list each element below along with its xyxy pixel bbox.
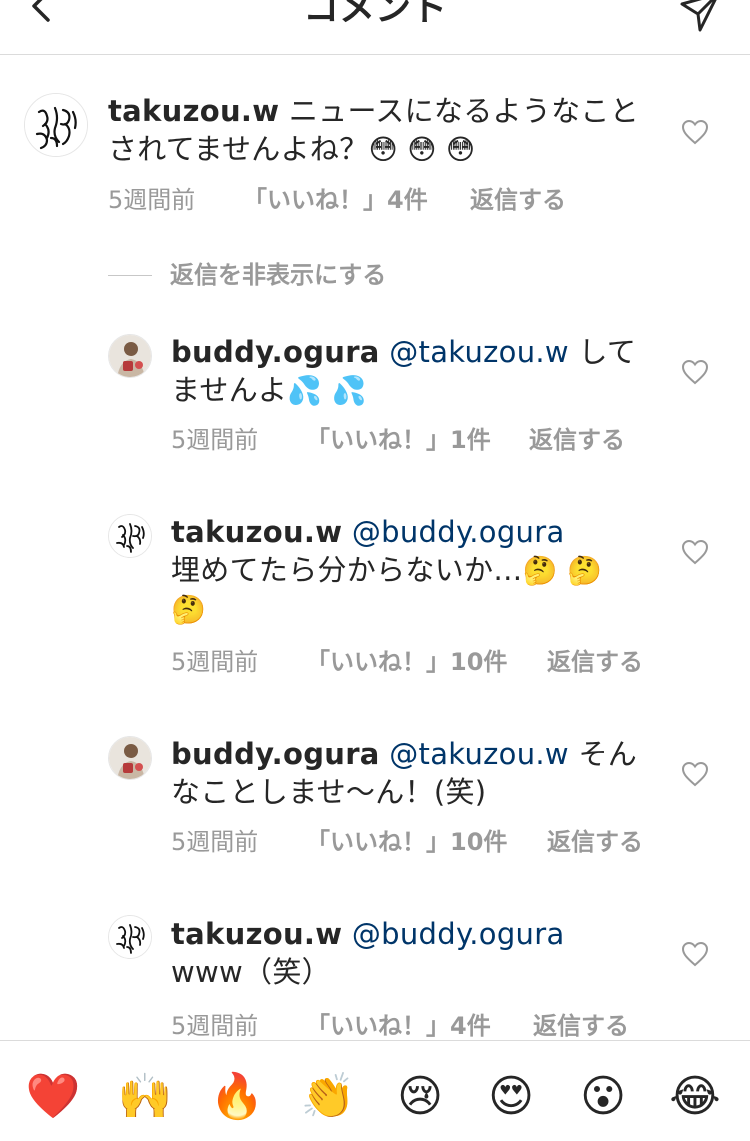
fire-emoji-button[interactable]: 🔥 <box>209 1069 265 1125</box>
reply-button[interactable]: 返信する <box>533 1010 629 1042</box>
comment-time: 5週間前 <box>171 1012 259 1040</box>
comment-username[interactable]: takuzou.w <box>171 917 342 951</box>
surprised-face-emoji-button[interactable]: 😮 <box>575 1069 631 1125</box>
calligraphy-avatar-image <box>109 916 151 958</box>
heart-icon[interactable] <box>681 941 709 967</box>
reply-item: takuzou.w @buddy.ogura www（笑） 5週間前 「いいね！… <box>0 0 750 1040</box>
comment-body-line2: www（笑） <box>171 955 331 989</box>
tears-of-joy-emoji-button[interactable]: 😂 <box>667 1069 723 1125</box>
comment-likes[interactable]: 「いいね！」4件 <box>306 1010 491 1042</box>
heart-eyes-emoji-button[interactable]: 😍 <box>483 1069 539 1125</box>
comments-screen: コメント takuzou.w ニュースになるようなこと されてませんよね？😳 😳… <box>0 0 750 1141</box>
comment-meta: 5週間前 「いいね！」4件 返信する <box>171 1010 731 1042</box>
crying-face-emoji-button[interactable]: 😢 <box>392 1069 448 1125</box>
red-heart-emoji-button[interactable]: ❤️ <box>25 1069 81 1125</box>
emoji-quick-bar: ❤️ 🙌 🔥 👏 😢 😍 😮 😂 <box>0 1040 750 1141</box>
mention-link[interactable]: @buddy.ogura <box>352 917 565 951</box>
comment-text: takuzou.w @buddy.ogura www（笑） <box>171 915 651 991</box>
raising-hands-emoji-button[interactable]: 🙌 <box>117 1069 173 1125</box>
avatar[interactable] <box>108 915 152 959</box>
clapping-hands-emoji-button[interactable]: 👏 <box>300 1069 356 1125</box>
